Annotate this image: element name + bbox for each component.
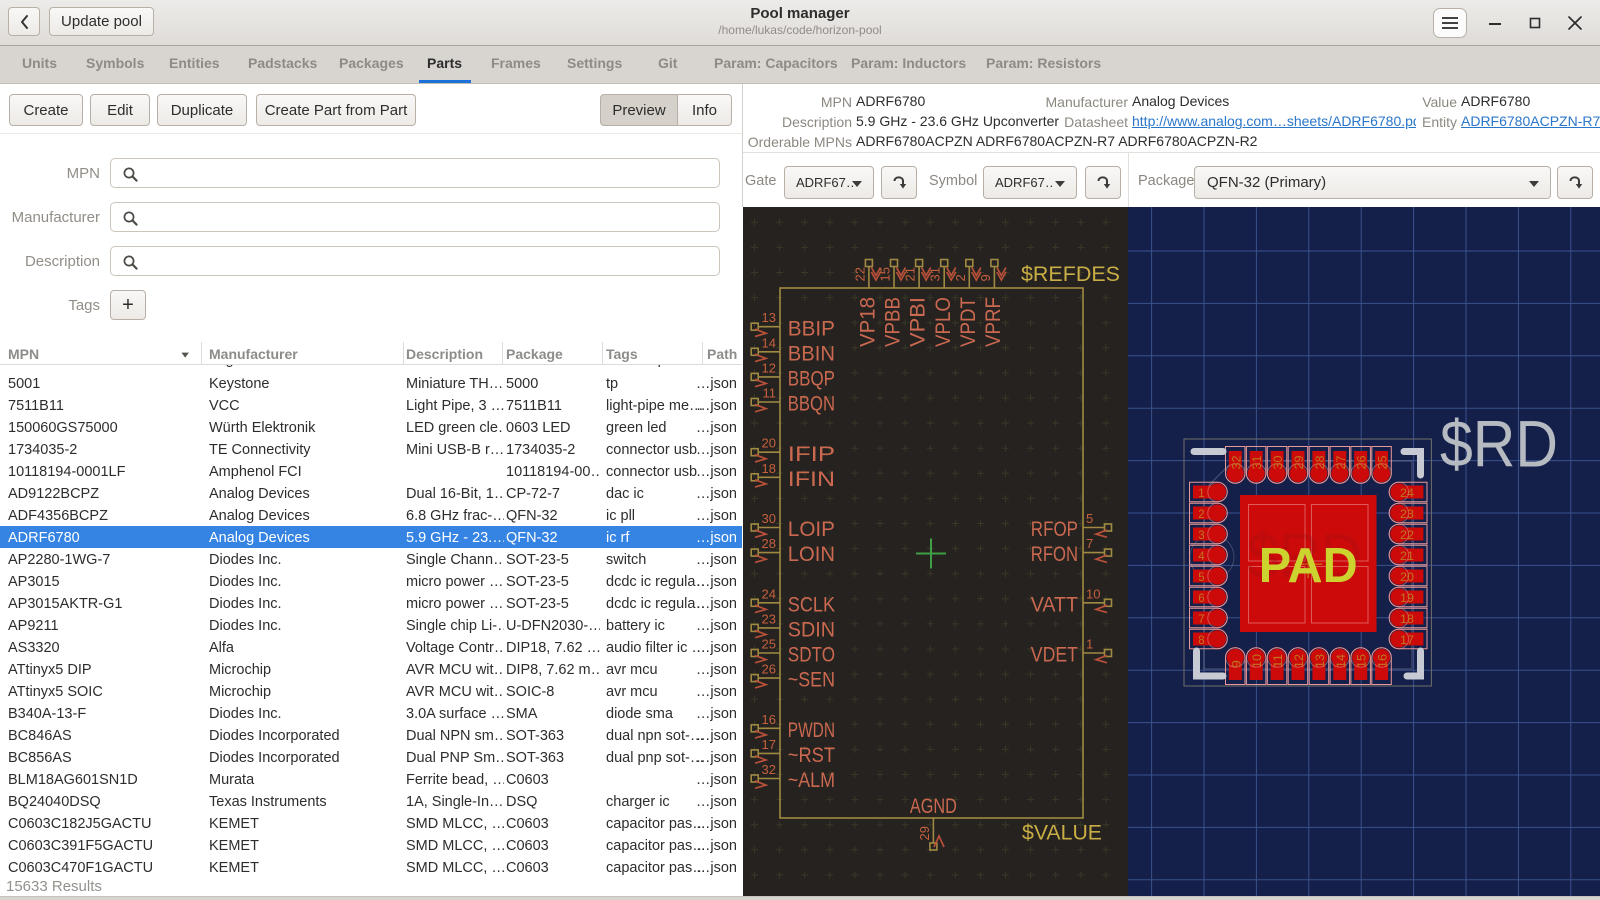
svg-text:~RST: ~RST xyxy=(788,743,835,767)
svg-text:4: 4 xyxy=(1198,551,1205,563)
svg-text:VPLO: VPLO xyxy=(931,297,955,347)
svg-text:23: 23 xyxy=(1400,509,1414,521)
svg-text:BBIN: BBIN xyxy=(788,341,835,365)
svg-text:20: 20 xyxy=(762,436,776,451)
svg-text:$REFDES: $REFDES xyxy=(1021,262,1120,286)
svg-text:26: 26 xyxy=(1357,456,1369,470)
svg-text:17: 17 xyxy=(762,737,776,752)
svg-text:VATT: VATT xyxy=(1031,592,1078,616)
svg-text:VDET: VDET xyxy=(1031,643,1078,667)
svg-text:RFON: RFON xyxy=(1031,542,1078,566)
svg-text:7: 7 xyxy=(1086,536,1093,551)
svg-text:~ALM: ~ALM xyxy=(788,768,835,792)
svg-text:26: 26 xyxy=(762,662,776,677)
svg-text:PAD: PAD xyxy=(1259,539,1358,593)
svg-text:30: 30 xyxy=(762,511,776,526)
svg-text:21: 21 xyxy=(903,267,918,281)
svg-text:~SEN: ~SEN xyxy=(788,668,835,692)
svg-text:27: 27 xyxy=(1336,456,1348,470)
svg-text:IFIP: IFIP xyxy=(788,442,835,466)
svg-text:16: 16 xyxy=(762,712,776,727)
svg-text:RFOP: RFOP xyxy=(1031,517,1078,541)
svg-text:13: 13 xyxy=(1315,654,1327,668)
svg-text:1: 1 xyxy=(1198,488,1204,500)
svg-text:31: 31 xyxy=(1252,456,1264,470)
svg-text:32: 32 xyxy=(762,762,776,777)
svg-text:15: 15 xyxy=(878,267,893,281)
svg-text:LOIN: LOIN xyxy=(788,542,835,566)
svg-text:6: 6 xyxy=(1198,593,1204,605)
svg-text:$VALUE: $VALUE xyxy=(1022,821,1102,845)
svg-text:SDIN: SDIN xyxy=(788,618,835,642)
svg-text:7: 7 xyxy=(1198,614,1204,626)
svg-text:13: 13 xyxy=(762,310,776,325)
svg-text:32: 32 xyxy=(1231,456,1243,470)
svg-text:12: 12 xyxy=(1294,654,1306,668)
svg-text:28: 28 xyxy=(1315,456,1327,470)
svg-text:14: 14 xyxy=(762,335,776,350)
svg-text:PWDN: PWDN xyxy=(788,718,835,742)
svg-text:24: 24 xyxy=(1400,488,1415,500)
svg-text:BBQN: BBQN xyxy=(788,392,835,416)
svg-text:12: 12 xyxy=(762,360,776,375)
svg-text:31: 31 xyxy=(928,267,943,281)
svg-text:23: 23 xyxy=(762,611,776,626)
svg-text:BBQP: BBQP xyxy=(788,367,835,391)
svg-text:29: 29 xyxy=(1294,456,1306,470)
svg-text:15: 15 xyxy=(1357,654,1369,668)
svg-text:28: 28 xyxy=(762,536,776,551)
svg-text:SDTO: SDTO xyxy=(788,643,835,667)
svg-text:18: 18 xyxy=(762,461,776,476)
svg-text:10: 10 xyxy=(1252,654,1264,668)
svg-text:IFIN: IFIN xyxy=(788,467,835,491)
svg-text:9: 9 xyxy=(978,274,993,281)
svg-text:BBIP: BBIP xyxy=(788,316,835,340)
svg-text:$RD: $RD xyxy=(1440,407,1558,481)
svg-text:5: 5 xyxy=(1198,572,1204,584)
svg-text:17: 17 xyxy=(1400,635,1414,647)
svg-text:22: 22 xyxy=(852,267,867,281)
svg-text:2: 2 xyxy=(1198,509,1204,521)
svg-text:18: 18 xyxy=(1400,614,1414,626)
svg-text:1: 1 xyxy=(1086,637,1093,652)
svg-text:16: 16 xyxy=(1378,654,1390,668)
svg-text:VPDT: VPDT xyxy=(956,297,980,347)
svg-text:29: 29 xyxy=(917,826,932,840)
svg-text:SCLK: SCLK xyxy=(788,592,836,616)
svg-text:9: 9 xyxy=(1231,660,1243,668)
svg-text:11: 11 xyxy=(763,386,777,401)
svg-text:11: 11 xyxy=(1273,654,1285,668)
svg-text:8: 8 xyxy=(1198,635,1204,647)
svg-text:25: 25 xyxy=(1378,456,1390,470)
svg-text:VP18: VP18 xyxy=(856,297,880,347)
svg-text:VPBB: VPBB xyxy=(881,297,905,347)
svg-text:AGND: AGND xyxy=(910,794,957,818)
svg-text:30: 30 xyxy=(1273,456,1285,470)
svg-text:5: 5 xyxy=(1086,511,1093,526)
svg-text:VPRF: VPRF xyxy=(981,297,1005,347)
svg-text:24: 24 xyxy=(762,586,776,601)
svg-text:25: 25 xyxy=(762,637,776,652)
svg-text:21: 21 xyxy=(1400,551,1414,563)
svg-text:3: 3 xyxy=(1198,530,1204,542)
svg-text:22: 22 xyxy=(1400,530,1414,542)
svg-text:20: 20 xyxy=(1400,572,1414,584)
svg-text:10: 10 xyxy=(1086,586,1100,601)
svg-text:VPBI: VPBI xyxy=(906,297,930,347)
svg-text:14: 14 xyxy=(1336,653,1348,668)
svg-text:2: 2 xyxy=(953,274,968,281)
svg-text:LOIP: LOIP xyxy=(788,517,835,541)
svg-text:19: 19 xyxy=(1400,593,1414,605)
